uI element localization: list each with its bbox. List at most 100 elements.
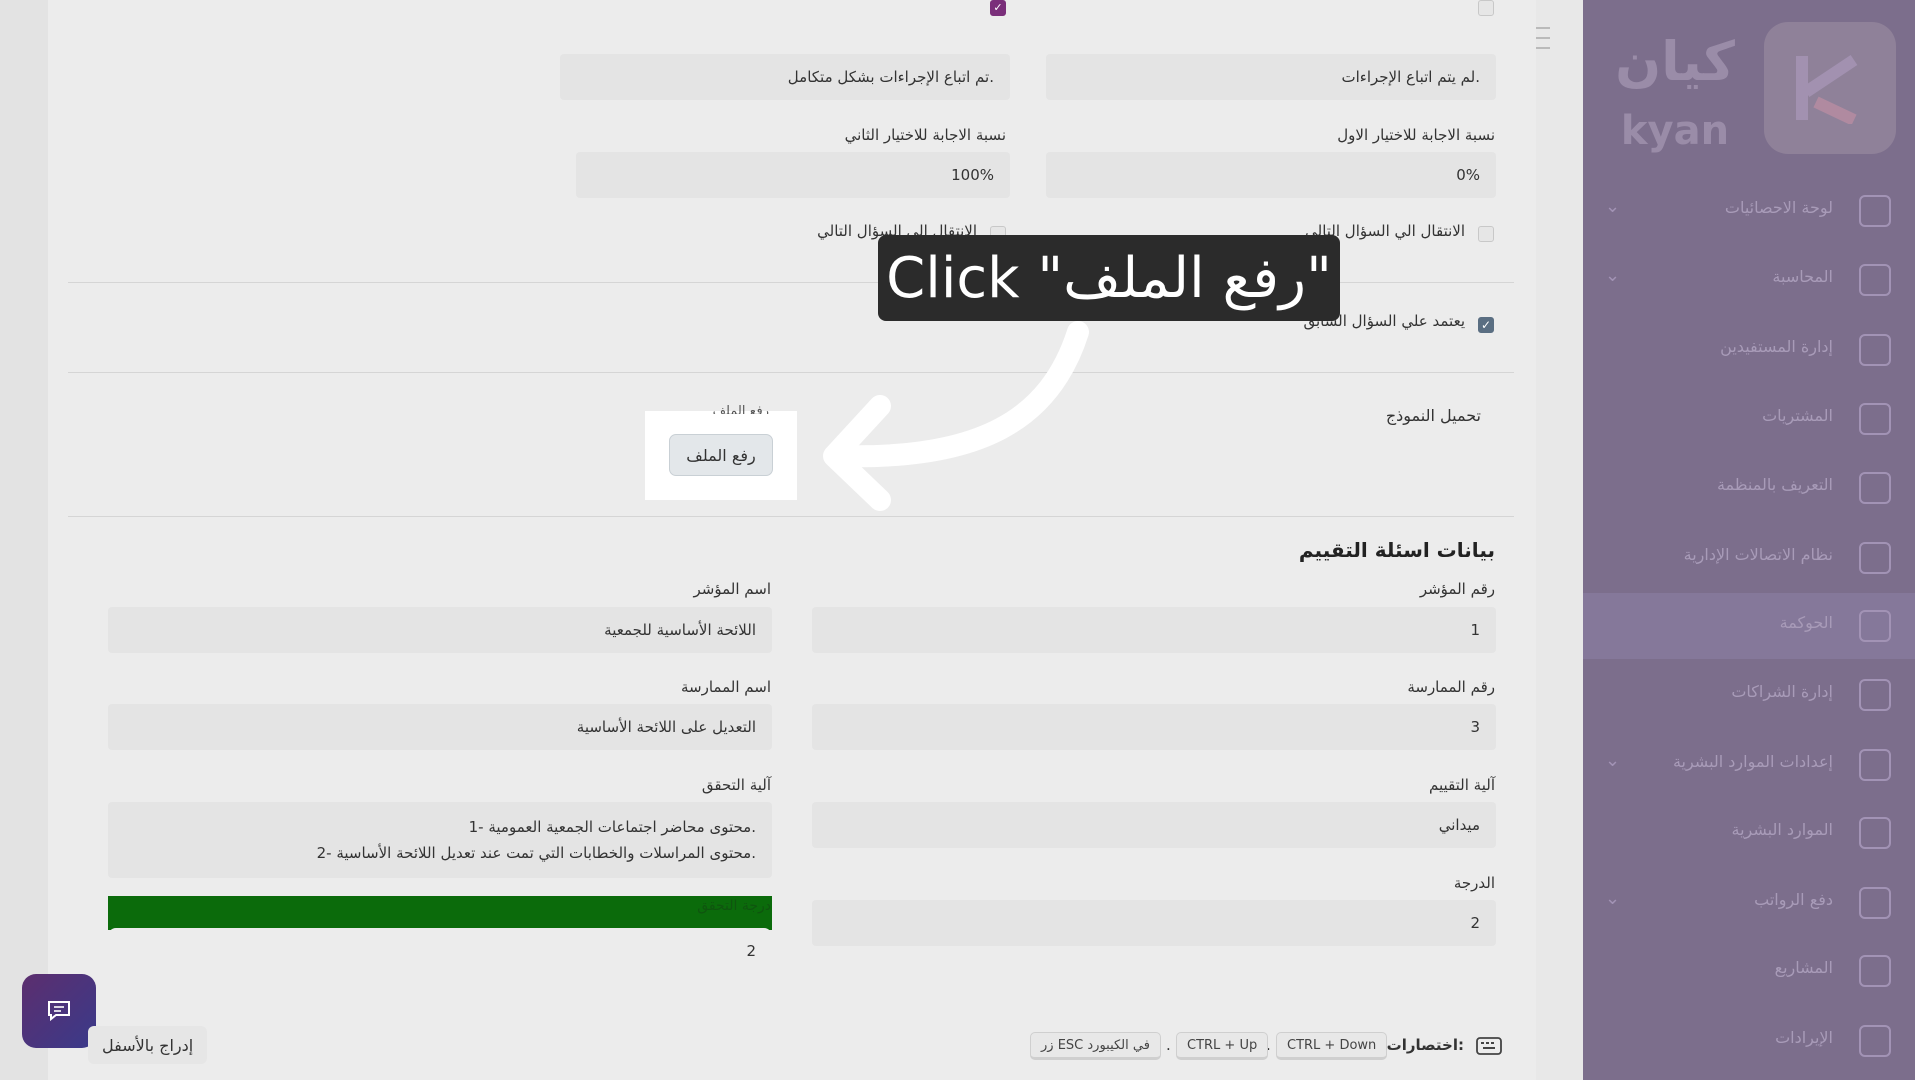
sidebar-item-label: دفع الرواتب — [1754, 890, 1833, 909]
achieved-label: درجة التحقق — [697, 898, 771, 914]
document-icon — [1859, 679, 1891, 711]
ratio-first-value: 0% — [1456, 166, 1480, 184]
insert-bottom-button[interactable]: إدراج بالأسفل — [88, 1026, 208, 1064]
verification-line-1: 1- محتوى محاضر اجتماعات الجمعية العمومية… — [468, 818, 756, 836]
shortcut-ctrl-up: CTRL + Up — [1176, 1032, 1269, 1060]
option1-field[interactable]: لم يتم اتباع الإجراءات. — [1046, 54, 1496, 100]
users-icon — [1859, 817, 1891, 849]
degree-value: 2 — [1470, 914, 1480, 932]
arrows-icon — [1859, 542, 1891, 574]
chevron-down-icon[interactable]: ⌄ — [1605, 888, 1620, 909]
sidebar-item-6[interactable]: الحوكمة — [1583, 593, 1915, 659]
achieved-header-bar — [108, 896, 772, 930]
sidebar-item-label: لوحة الاحصائيات — [1724, 198, 1833, 217]
degree-label: الدرجة — [1453, 874, 1495, 892]
sidebar-item-10[interactable]: دفع الرواتب ⌄ — [1583, 870, 1915, 936]
sidebar-item-11[interactable]: المشاريع — [1583, 938, 1915, 1004]
practice-name-value: التعديل على اللائحة الأساسية — [576, 718, 756, 736]
sidebar-item-label: إعدادات الموارد البشرية — [1672, 752, 1833, 771]
sidebar-item-label: المحاسبة — [1772, 267, 1833, 286]
practice-name-label: اسم الممارسة — [681, 678, 771, 696]
indicator-name-label: اسم المؤشر — [693, 580, 772, 598]
chat-button[interactable] — [22, 974, 96, 1048]
shortcut-ctrl-down: CTRL + Down — [1276, 1032, 1388, 1060]
coins-icon — [1859, 887, 1891, 919]
divider-3 — [68, 516, 1514, 517]
practice-number-field[interactable]: 3 — [812, 704, 1496, 750]
verification-line-2: 2- محتوى المراسلات والخطابات التي تمت عن… — [316, 844, 756, 862]
chevron-down-icon[interactable]: ⌄ — [1605, 265, 1620, 286]
logo-text-en: kyan — [1620, 108, 1730, 154]
verification-field[interactable]: 1- محتوى محاضر اجتماعات الجمعية العمومية… — [108, 802, 772, 878]
eval-mechanism-field[interactable]: ميداني — [812, 802, 1496, 848]
sidebar-item-0[interactable]: لوحة الاحصائيات ⌄ — [1583, 178, 1915, 244]
shortcut-esc: زر ESC في الكيبورد — [1030, 1032, 1161, 1060]
ratio-second-value: 100% — [951, 166, 994, 184]
divider-2 — [68, 372, 1514, 373]
upload-partial-label: رفع الملف — [712, 404, 769, 414]
depends-checkbox[interactable]: ✓ — [1478, 317, 1494, 333]
ratio-second-label: نسبة الاجابة للاختيار الثاني — [844, 126, 1006, 144]
sidebar-item-7[interactable]: إدارة الشراكات — [1583, 662, 1915, 728]
sliders-icon — [1859, 195, 1891, 227]
building-icon — [1859, 610, 1891, 642]
shortcuts-label: اختصارات: — [1386, 1036, 1464, 1054]
checkbox-option2[interactable]: ✓ — [990, 0, 1006, 16]
upload-section-label: تحميل النموذج — [1385, 406, 1481, 425]
sidebar-item-5[interactable]: نظام الاتصالات الإدارية — [1583, 525, 1915, 591]
chat-icon — [48, 1001, 70, 1022]
bag-icon — [1859, 403, 1891, 435]
store-icon — [1859, 472, 1891, 504]
sidebar-item-label: الإيرادات — [1775, 1028, 1833, 1047]
sidebar-item-label: إدارة الشراكات — [1731, 682, 1833, 701]
eval-mechanism-value: ميداني — [1438, 816, 1480, 834]
practice-number-value: 3 — [1470, 718, 1480, 736]
chevron-down-icon[interactable]: ⌄ — [1605, 196, 1620, 217]
ratio-first-field[interactable]: 0% — [1046, 152, 1496, 198]
sidebar-item-label: الموارد البشرية — [1731, 820, 1834, 839]
sidebar-item-12[interactable]: الإيرادات — [1583, 1008, 1915, 1074]
verification-label: آلية التحقق — [701, 776, 771, 794]
sidebar-item-label: التعريف بالمنظمة — [1716, 475, 1833, 494]
option2-text: تم اتباع الإجراءات بشكل متكامل. — [787, 68, 994, 86]
sidebar-item-label: الحوكمة — [1779, 613, 1833, 632]
logo-icon — [1764, 22, 1896, 154]
upload-file-button[interactable]: رفع الملف — [669, 434, 773, 476]
indicator-name-value: اللائحة الأساسية للجمعية — [604, 621, 756, 639]
sidebar-item-4[interactable]: التعريف بالمنظمة — [1583, 455, 1915, 521]
sidebar-item-9[interactable]: الموارد البشرية — [1583, 800, 1915, 866]
option2-field[interactable]: تم اتباع الإجراءات بشكل متكامل. — [560, 54, 1010, 100]
sidebar-item-8[interactable]: إعدادات الموارد البشرية ⌄ — [1583, 732, 1915, 798]
eval-mechanism-label: آلية التقييم — [1429, 776, 1495, 794]
degree-field[interactable]: 2 — [812, 900, 1496, 946]
sidebar-item-1[interactable]: المحاسبة ⌄ — [1583, 247, 1915, 313]
chevron-down-icon[interactable]: ⌄ — [1605, 750, 1620, 771]
checkbox-option1[interactable] — [1478, 0, 1494, 16]
upload-button-label: رفع الملف — [686, 445, 756, 465]
indicator-number-field[interactable]: 1 — [812, 607, 1496, 653]
folder-icon — [1859, 955, 1891, 987]
sidebar-item-label: نظام الاتصالات الإدارية — [1683, 545, 1833, 564]
option1-text: لم يتم اتباع الإجراءات. — [1341, 68, 1481, 86]
next-question-checkbox-1[interactable] — [1478, 226, 1494, 242]
shortcut-sep-2: . — [1166, 1036, 1171, 1054]
ratio-second-field[interactable]: 100% — [576, 152, 1010, 198]
left-strip — [0, 0, 48, 1080]
ratio-first-label: نسبة الاجابة للاختيار الاول — [1337, 126, 1495, 144]
sidebar-item-label: إدارة المستفيدين — [1720, 337, 1833, 356]
sidebar-item-label: المشتريات — [1762, 406, 1833, 425]
card-icon — [1859, 1025, 1891, 1057]
achieved-field[interactable]: 2 — [108, 928, 772, 974]
instruction-tooltip: Click "رفع الملف" — [878, 235, 1340, 321]
eval-section-title: بيانات اسئلة التقييم — [1298, 538, 1495, 562]
sidebar-item-3[interactable]: المشتريات — [1583, 386, 1915, 452]
logo-text-ar: كيان — [1615, 30, 1735, 93]
money-icon — [1859, 264, 1891, 296]
menu-toggle-icon[interactable] — [1536, 24, 1550, 52]
practice-number-label: رقم الممارسة — [1407, 678, 1495, 696]
keyboard-icon — [1476, 1037, 1502, 1055]
sidebar-item-2[interactable]: إدارة المستفيدين — [1583, 317, 1915, 383]
indicator-name-field[interactable]: اللائحة الأساسية للجمعية — [108, 607, 772, 653]
indicator-number-value: 1 — [1470, 621, 1480, 639]
practice-name-field[interactable]: التعديل على اللائحة الأساسية — [108, 704, 772, 750]
